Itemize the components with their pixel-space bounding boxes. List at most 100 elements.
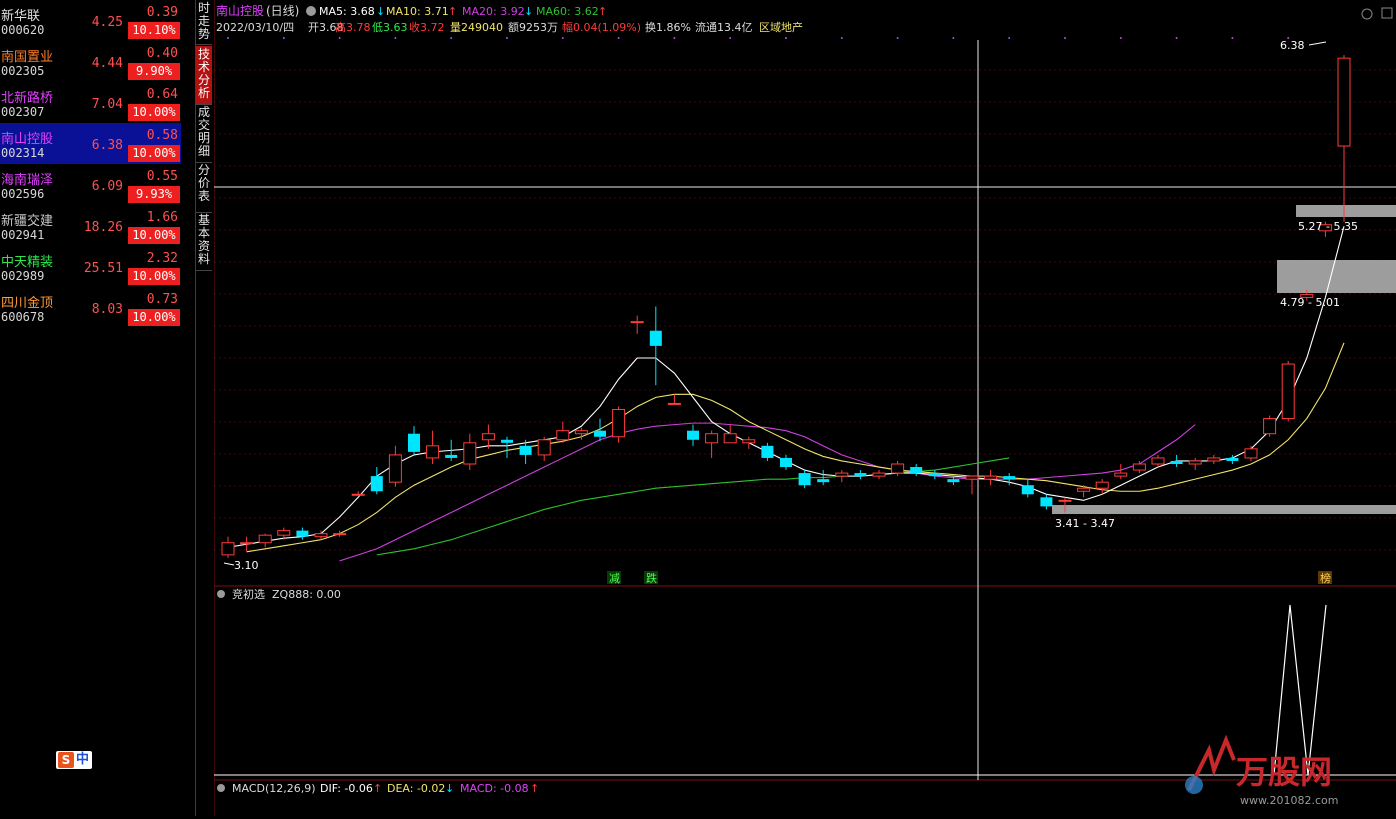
ma5-value: MA5: 3.68 bbox=[319, 5, 375, 18]
stock-change-pct: 10.00% bbox=[128, 268, 180, 285]
candle-body bbox=[630, 321, 644, 324]
marker-dot bbox=[561, 37, 564, 39]
amount-label: 额9253万 bbox=[508, 21, 558, 34]
stock-price: 6.38 bbox=[91, 138, 123, 153]
tab-0[interactable]: 时走势 bbox=[196, 0, 212, 45]
candle-body bbox=[1077, 487, 1091, 492]
float-label: 流通13.4亿 bbox=[695, 20, 753, 34]
stock-name: 南国置业 bbox=[1, 50, 54, 65]
stock-code: 002596 bbox=[1, 187, 45, 201]
stock-name: 四川金顶 bbox=[1, 296, 54, 311]
candle-body bbox=[780, 457, 792, 468]
marker-dot bbox=[785, 37, 787, 39]
candle-body bbox=[296, 530, 309, 537]
stock-change: 0.58 bbox=[146, 128, 178, 143]
watchlist-row[interactable]: 四川金顶 600678 8.03 0.73 10.00% bbox=[0, 287, 181, 328]
tab-4[interactable]: 基本资料 bbox=[196, 212, 212, 271]
low-price-pointer bbox=[223, 562, 235, 566]
candle-body bbox=[388, 454, 402, 483]
macd-arrow: ↑ bbox=[530, 782, 539, 795]
side-tab-bar: 时走势 技术分析 成交明细 分价表 基本资料 bbox=[196, 0, 213, 816]
zone1-label: 5.27 - 5.35 bbox=[1298, 220, 1358, 233]
watchlist-row[interactable]: 海南瑞泽 002596 6.09 0.55 9.93% bbox=[0, 164, 181, 205]
stock-price: 18.26 bbox=[83, 220, 123, 235]
marker-dot bbox=[673, 37, 676, 39]
candle-body bbox=[723, 433, 737, 444]
marker-dot bbox=[506, 37, 508, 39]
candle-body bbox=[519, 445, 532, 455]
marker-dot bbox=[394, 37, 397, 39]
chart-area[interactable]: 南山控股 (日线) MA5: 3.68 ↓ MA10: 3.71 ↑ MA20: 3.92 ↓… bbox=[213, 0, 1396, 816]
macd-dif: DIF: -0.06 bbox=[320, 782, 373, 795]
indicator1-title: 竞初选 bbox=[232, 587, 265, 601]
stock-name: 南山控股 bbox=[1, 132, 54, 147]
low-label: 低3.63 bbox=[372, 21, 408, 34]
maximize-icon[interactable] bbox=[1381, 7, 1393, 19]
watchlist-row[interactable]: 北新路桥 002307 7.04 0.64 10.00% bbox=[0, 82, 181, 123]
candle-body bbox=[537, 439, 551, 456]
lang-indicator: 中 bbox=[76, 752, 90, 767]
candle-body bbox=[687, 430, 699, 440]
stock-name: 中天精装 bbox=[1, 255, 54, 270]
date-label: 2022/03/10/四 bbox=[216, 21, 294, 34]
volume-label: 量249040 bbox=[450, 21, 503, 34]
candle-body bbox=[1207, 457, 1221, 462]
watchlist-row[interactable]: 新华联 000620 4.25 0.39 10.10% bbox=[0, 0, 181, 41]
tab-2[interactable]: 成交明细 bbox=[196, 104, 212, 163]
candle-body bbox=[1095, 481, 1109, 489]
candle-body bbox=[761, 445, 774, 458]
restore-icon[interactable] bbox=[1361, 8, 1373, 20]
watchlist-row[interactable]: 南国置业 002305 4.44 0.40 9.90% bbox=[0, 41, 181, 82]
candle-body bbox=[1151, 457, 1165, 465]
candle-body bbox=[1337, 57, 1351, 147]
candle-body bbox=[333, 533, 347, 536]
marker-dot bbox=[952, 37, 955, 39]
stock-code: 002989 bbox=[1, 269, 45, 283]
watchlist-row[interactable]: 中天精装 002989 25.51 2.32 10.00% bbox=[0, 246, 181, 287]
marker-dot bbox=[338, 37, 341, 39]
candle-body bbox=[556, 430, 570, 441]
candle-body bbox=[351, 493, 365, 496]
candle-body bbox=[817, 479, 830, 483]
settings-icon[interactable] bbox=[306, 6, 316, 16]
zone-box bbox=[1052, 505, 1396, 514]
kline-chart[interactable]: 南山控股 (日线) MA5: 3.68 ↓ MA10: 3.71 ↑ MA20: 3.92 ↓… bbox=[213, 0, 1396, 816]
watchlist-row[interactable]: 新疆交建 002941 18.26 1.66 10.00% bbox=[0, 205, 181, 246]
candle-body bbox=[649, 330, 662, 346]
tag-reduce: 减 bbox=[609, 572, 620, 585]
candle-body bbox=[426, 445, 440, 459]
candle-body bbox=[947, 479, 960, 483]
candle-body bbox=[501, 439, 513, 443]
macd-settings-icon[interactable] bbox=[217, 784, 225, 792]
stock-change: 0.64 bbox=[146, 87, 178, 102]
candle-body bbox=[667, 402, 681, 405]
tab-3[interactable]: 分价表 bbox=[196, 162, 212, 213]
candle-body bbox=[1058, 499, 1072, 502]
stock-change: 1.66 bbox=[146, 210, 178, 225]
tab-1[interactable]: 技术分析 bbox=[196, 46, 212, 105]
stock-price: 25.51 bbox=[83, 261, 123, 276]
candle-body bbox=[910, 467, 923, 474]
macd-title: MACD(12,26,9) bbox=[232, 782, 316, 795]
candle-body bbox=[481, 433, 495, 441]
stock-code: 002305 bbox=[1, 64, 45, 78]
ma10-arrow: ↑ bbox=[448, 5, 457, 18]
ma5-line bbox=[227, 226, 1345, 548]
candle-body bbox=[928, 473, 941, 477]
marker-dot bbox=[282, 37, 285, 39]
watchlist-panel: 新华联 000620 4.25 0.39 10.10% 南国置业 002305 4.44 0.4… bbox=[0, 0, 196, 816]
marker-dot bbox=[1175, 37, 1178, 39]
macd-dea: DEA: -0.02 bbox=[387, 782, 445, 795]
watchlist-row[interactable]: 南山控股 002314 6.38 0.58 10.00% bbox=[0, 123, 181, 164]
candle-body bbox=[314, 533, 328, 538]
candle-body bbox=[1281, 363, 1295, 420]
tag-fall: 跌 bbox=[646, 571, 657, 585]
marker-dot bbox=[1064, 37, 1066, 39]
indicator-settings-icon[interactable] bbox=[217, 590, 225, 598]
high-label: 高3.78 bbox=[335, 20, 371, 34]
s-logo-icon: S bbox=[58, 752, 74, 768]
candle-body bbox=[705, 433, 719, 444]
brand-badge[interactable]: S 中 bbox=[56, 751, 92, 769]
stock-change-pct: 10.00% bbox=[128, 104, 180, 121]
candle-body bbox=[854, 473, 867, 477]
